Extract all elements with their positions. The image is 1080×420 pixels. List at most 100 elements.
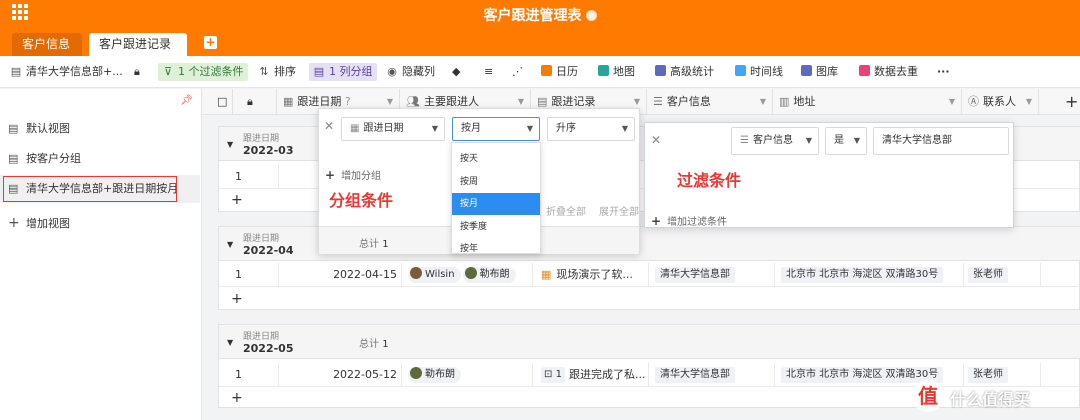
filter-icon: ⊽ [163,65,173,78]
close-icon[interactable]: ✕ [324,119,334,133]
add-view-button[interactable]: + 增加视图 [0,209,200,237]
tab-followup-records[interactable]: 客户跟进记录▼ [89,33,187,74]
views-sidebar: 📌︎ ▤ 默认视图 ▤ 按客户分组 ▤ 清华大学信息部+跟进日期按月 + 增加视图 [0,89,202,420]
column-title: 地址 [793,95,816,108]
add-filter-button[interactable]: + 增加过滤条件 [651,213,727,228]
record-cell[interactable]: ⊡ 1 跟进完成了私... [533,363,649,387]
timeline-button[interactable]: 时间线 [735,63,783,81]
total-label: 总计 [359,239,379,250]
date-cell[interactable]: 2022-04-15 [279,263,402,287]
view-item-tsinghua-monthly[interactable]: ▤ 清华大学信息部+跟进日期按月 [0,175,200,203]
column-title: 客户信息 [666,95,711,108]
chevron-down-icon[interactable]: ▼ [949,89,955,115]
option-by-day[interactable]: 按天 [452,148,540,170]
add-row-button[interactable]: + [219,288,279,310]
address-cell[interactable]: 北京市 北京市 海淀区 双清路30号 [775,263,964,287]
group-field-label: 跟进日期 [243,134,280,144]
app-title: 客户跟进管理表 [0,5,1080,25]
collapse-all-button[interactable]: 折叠全部 [546,203,586,218]
add-column-button[interactable]: + [1065,92,1078,111]
filter-operator-select[interactable]: 是 ▼ [825,127,867,155]
group-granularity-select[interactable]: 按月 ▼ [452,117,540,141]
add-tab-button[interactable]: + [204,36,217,49]
select-value: 是 [834,135,844,146]
collapse-triangle-icon[interactable]: ▼ [227,338,233,347]
filter-button[interactable]: ⊽ 1 个过滤条件 [158,63,248,81]
dedupe-icon [859,65,870,76]
paint-bucket-icon[interactable]: ◆ [452,63,460,81]
customer-cell[interactable]: 清华大学信息部 [649,263,775,287]
tab-customer-info[interactable]: 客户信息 [12,33,82,56]
comment-count: ⊡ 1 [541,367,565,383]
advanced-stats-button[interactable]: 高级统计 [655,63,714,81]
annotation-filter-condition: 过滤条件 [677,171,742,190]
current-view-button[interactable]: ▤ 清华大学信息部+... [10,63,123,81]
add-row-button[interactable]: + [219,189,279,211]
hide-columns-button[interactable]: ◉ 隐藏列 [386,63,435,81]
option-by-week[interactable]: 按周 [452,171,540,193]
record-cell[interactable]: ▦ 现场演示了软... [533,263,649,287]
close-icon[interactable]: ✕ [651,133,661,147]
dedupe-button[interactable]: 数据去重 [859,63,918,81]
contact-cell[interactable]: 张老师 [964,263,1041,287]
option-by-year[interactable]: 按年 [452,238,540,253]
record-text: 现场演示了软... [556,268,633,281]
plus-icon: + [651,214,662,228]
avatar [410,367,422,379]
select-all-checkbox[interactable]: □ [203,89,233,115]
share-icon[interactable]: ⋰ [512,63,523,81]
select-value: 升序 [556,123,576,134]
group-order-select[interactable]: 升序 ▼ [547,117,635,141]
total-value: 1 [382,339,389,350]
column-header-customer[interactable]: ☰ 客户信息 ▼ [647,89,773,115]
owner-cell[interactable]: Wilsin 勒布朗 [402,263,533,287]
view-item-default[interactable]: ▤ 默认视图 [0,115,200,143]
timeline-label: 时间线 [750,65,783,78]
add-row-button[interactable]: + [219,387,279,409]
group-header[interactable]: ▼ 跟进日期 2022-05 总计 1 [219,325,1080,359]
add-group-label: 增加分组 [341,171,382,182]
row-height-icon[interactable]: ≡ [484,63,493,81]
pin-icon[interactable]: 📌︎ [180,95,193,106]
add-group-button[interactable]: + 增加分组 [325,167,381,182]
chevron-down-icon[interactable]: ▼ [1026,89,1032,115]
customer-cell[interactable]: 清华大学信息部 [649,363,775,387]
lock-icon[interactable]: 🔒︎ [134,63,140,81]
owner-cell[interactable]: 勒布朗 [402,363,533,387]
option-by-quarter[interactable]: 按季度 [452,216,540,238]
date-cell[interactable]: 2022-05-12 [279,363,402,387]
column-header-contact[interactable]: Ⓐ 联系人 ▼ [962,89,1039,115]
more-button[interactable]: ··· [937,63,950,81]
collapse-triangle-icon[interactable]: ▼ [227,140,233,149]
group-value: 2022-05 [243,342,294,355]
option-by-month[interactable]: 按月 [452,193,540,215]
map-button[interactable]: 地图 [598,63,635,81]
column-title: 联系人 [983,95,1016,108]
map-label: 地图 [613,65,635,78]
group-button[interactable]: ▤ 1 列分组 [309,63,377,81]
total-label: 总计 [359,339,379,350]
filter-field-select[interactable]: ☰ 客户信息 ▼ [731,127,819,155]
gallery-button[interactable]: 图库 [801,63,838,81]
watermark: 值 什么值得买 [912,380,1072,412]
map-icon [598,65,609,76]
sort-button[interactable]: ⇅ 排序 [258,63,296,81]
customer-tag: 清华大学信息部 [655,267,735,283]
help-icon[interactable]: ? [345,95,351,108]
chevron-down-icon: ▼ [805,136,812,145]
plus-icon: + [8,215,20,231]
gallery-label: 图库 [816,65,838,78]
view-item-by-customer[interactable]: ▤ 按客户分组 [0,145,200,173]
expand-all-button[interactable]: 展开全部 [599,203,639,218]
customer-tag: 清华大学信息部 [655,367,735,383]
record-icon: ▤ [537,95,548,108]
tab-label: 客户跟进记录 [99,37,172,51]
chevron-down-icon[interactable]: ▼ [760,89,766,115]
group-field-select[interactable]: ▦ 跟进日期 ▼ [341,117,445,141]
filter-value-input[interactable]: 清华大学信息部 [873,127,1009,155]
group-value: 2022-03 [243,144,294,157]
collapse-triangle-icon[interactable]: ▼ [227,240,233,249]
table-row[interactable]: 1 2022-04-15 Wilsin 勒布朗 ▦ 现场演示了软... 清华大学信息… [219,263,1080,287]
calendar-button[interactable]: 日历 [541,63,578,81]
column-header-address[interactable]: ▥ 地址 ▼ [773,89,962,115]
